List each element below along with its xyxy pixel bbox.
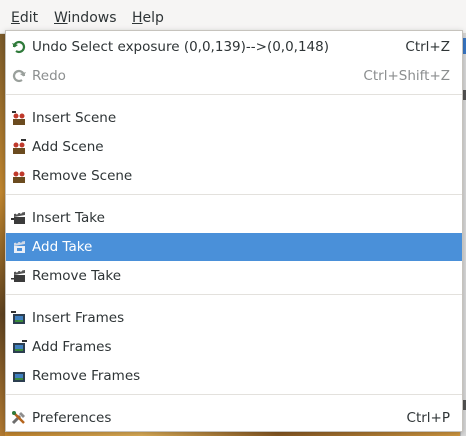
- menu-item-remove-take[interactable]: Remove Take: [6, 262, 462, 290]
- menu-item-undo[interactable]: Undo Select exposure (0,0,139)-->(0,0,14…: [6, 33, 462, 61]
- menu-item-label: Remove Scene: [32, 168, 133, 184]
- menu-item-label: Insert Take: [32, 210, 105, 226]
- edit-menu-dropdown: Undo Select exposure (0,0,139)-->(0,0,14…: [5, 30, 463, 432]
- remove-take-icon: [11, 268, 27, 284]
- menu-separator: [6, 194, 462, 195]
- insert-take-icon: [11, 210, 27, 226]
- menu-help[interactable]: Help: [132, 9, 164, 27]
- add-take-icon: [11, 239, 27, 255]
- menu-item-add-frames[interactable]: Add Frames: [6, 333, 462, 361]
- menu-separator: [6, 294, 462, 295]
- menu-item-redo[interactable]: Redo Ctrl+Shift+Z: [6, 62, 462, 90]
- add-scene-icon: [11, 139, 27, 155]
- insert-frames-icon: [11, 310, 27, 326]
- menu-help-mnemonic: H: [132, 10, 143, 26]
- menu-item-add-take[interactable]: Add Take: [6, 233, 462, 261]
- menu-item-insert-frames[interactable]: Insert Frames: [6, 304, 462, 332]
- menu-item-label: Redo: [32, 68, 66, 84]
- insert-scene-icon: [11, 110, 27, 126]
- menu-item-label: Add Scene: [32, 139, 104, 155]
- menu-item-label: Insert Scene: [32, 110, 117, 126]
- menu-item-insert-scene[interactable]: Insert Scene: [6, 104, 462, 132]
- menu-item-insert-take[interactable]: Insert Take: [6, 204, 462, 232]
- menu-item-label: Add Frames: [32, 339, 112, 355]
- menu-item-accel: Ctrl+Shift+Z: [363, 68, 450, 84]
- menu-item-remove-scene[interactable]: Remove Scene: [6, 162, 462, 190]
- menu-windows-mnemonic: W: [54, 10, 68, 26]
- preferences-icon: [11, 410, 27, 426]
- menu-separator: [6, 394, 462, 395]
- menu-item-label: Remove Take: [32, 268, 122, 284]
- menu-item-add-scene[interactable]: Add Scene: [6, 133, 462, 161]
- menu-separator: [6, 94, 462, 95]
- menu-item-label: Preferences: [32, 410, 112, 426]
- remove-frames-icon: [11, 368, 27, 384]
- menu-item-remove-frames[interactable]: Remove Frames: [6, 362, 462, 390]
- redo-icon: [11, 68, 27, 84]
- menu-item-preferences[interactable]: Preferences Ctrl+P: [6, 404, 462, 432]
- menu-item-label: Undo Select exposure (0,0,139)-->(0,0,14…: [32, 39, 329, 55]
- menu-item-label: Add Take: [32, 239, 93, 255]
- menu-windows[interactable]: Windows: [54, 9, 117, 27]
- menu-edit-mnemonic: E: [11, 10, 20, 26]
- undo-icon: [11, 39, 27, 55]
- menu-item-accel: Ctrl+P: [406, 410, 450, 426]
- menu-item-accel: Ctrl+Z: [405, 39, 450, 55]
- menu-item-label: Insert Frames: [32, 310, 125, 326]
- remove-scene-icon: [11, 168, 27, 184]
- menu-edit[interactable]: Edit: [11, 9, 38, 27]
- menubar: Edit Windows Help: [0, 0, 466, 34]
- add-frames-icon: [11, 339, 27, 355]
- menu-item-label: Remove Frames: [32, 368, 141, 384]
